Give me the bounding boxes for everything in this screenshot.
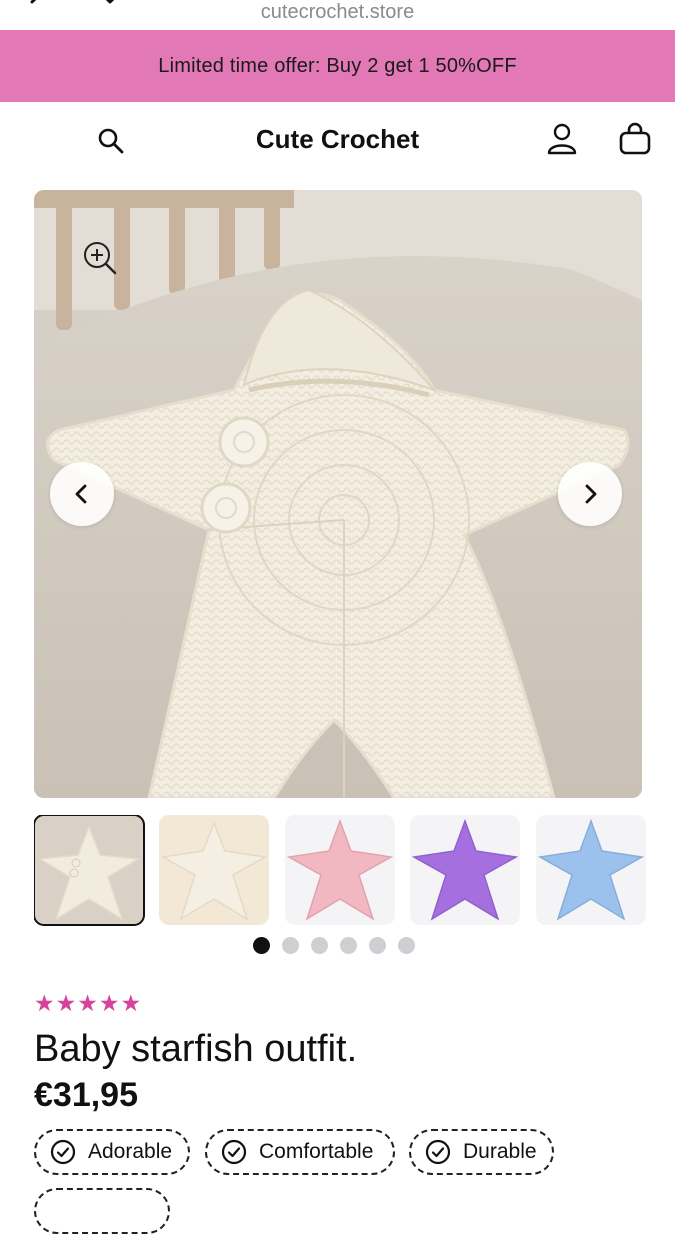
browser-bar: cutecrochet.store	[0, 0, 675, 30]
thumbnail-5[interactable]	[536, 815, 646, 925]
product-title: Baby starfish outfit.	[34, 1028, 358, 1070]
pagination-dot[interactable]	[282, 937, 299, 954]
thumbnail-4[interactable]	[410, 815, 520, 925]
badge-durable: Durable	[409, 1129, 554, 1175]
badge-comfortable: Comfortable	[205, 1129, 395, 1175]
thumbnail-2[interactable]	[159, 815, 269, 925]
gallery-pagination	[253, 937, 415, 955]
badge-partial	[34, 1188, 170, 1234]
zoom-icon[interactable]	[82, 240, 118, 281]
cart-bag-icon[interactable]	[618, 122, 652, 161]
chevron-right-icon	[585, 484, 597, 504]
check-circle-icon	[425, 1139, 451, 1165]
pagination-dot[interactable]	[340, 937, 357, 954]
pagination-dot[interactable]	[253, 937, 270, 954]
site-header: Cute Crochet	[0, 102, 675, 178]
pagination-dot[interactable]	[311, 937, 328, 954]
main-product-image[interactable]	[34, 190, 642, 798]
account-icon[interactable]	[546, 122, 578, 161]
pagination-dot[interactable]	[398, 937, 415, 954]
pagination-dot[interactable]	[369, 937, 386, 954]
previous-image-button[interactable]	[50, 462, 114, 526]
promo-banner[interactable]: Limited time offer: Buy 2 get 1 50%OFF	[0, 30, 675, 102]
promo-text: Limited time offer: Buy 2 get 1 50%OFF	[158, 54, 517, 77]
check-circle-icon	[50, 1139, 76, 1165]
url-text[interactable]: cutecrochet.store	[0, 0, 675, 24]
thumbnail-strip	[34, 815, 675, 927]
next-image-button[interactable]	[558, 462, 622, 526]
badge-label: Durable	[463, 1140, 537, 1163]
check-circle-icon	[221, 1139, 247, 1165]
product-photo	[34, 190, 642, 798]
thumbnail-1[interactable]	[34, 815, 145, 926]
thumbnail-3[interactable]	[285, 815, 395, 925]
star-rating[interactable]: ★★★★★	[34, 990, 142, 1017]
product-price: €31,95	[34, 1076, 138, 1114]
badge-adorable: Adorable	[34, 1129, 190, 1175]
chevron-left-icon	[75, 484, 87, 504]
badge-label: Comfortable	[259, 1140, 374, 1163]
badge-label: Adorable	[88, 1140, 173, 1163]
